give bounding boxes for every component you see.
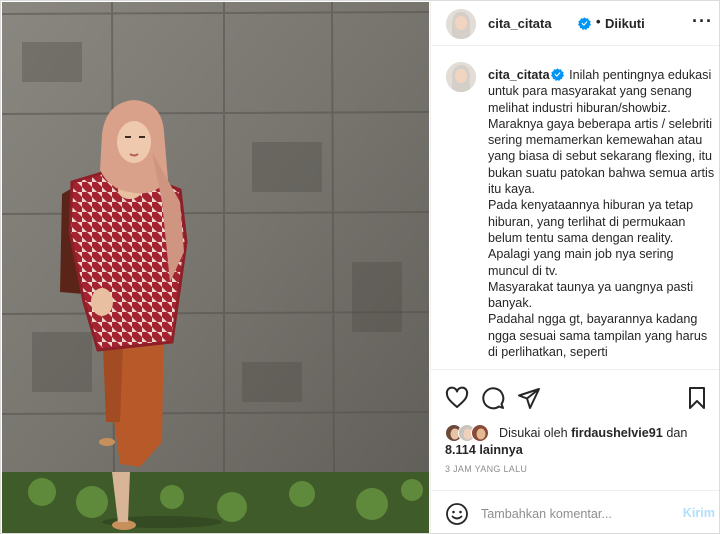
save-bookmark-icon[interactable] [685, 386, 709, 410]
liker-username[interactable]: firdaushelvie91 [571, 426, 663, 440]
post-side-panel: cita_citata • Diikuti ··· cita_citata In… [430, 2, 719, 533]
share-send-icon[interactable] [517, 386, 541, 410]
caption-paragraph: cita_citata Inilah pentingnya edukasi un… [488, 67, 716, 116]
caption-paragraph: Pada kenyataannya hiburan ya tetap hibur… [488, 198, 694, 245]
caption-section: cita_citata Inilah pentingnya edukasi un… [431, 47, 719, 369]
post-photo-illustration [2, 2, 429, 533]
post-photo[interactable] [2, 2, 429, 533]
post-comment-button[interactable]: Kirim [683, 506, 715, 520]
author-username[interactable]: cita_citata [488, 16, 552, 31]
likes-text: Disukai oleh firdaushelvie91 dan [499, 426, 687, 440]
like-heart-icon[interactable] [445, 386, 469, 410]
caption-paragraph: Padahal ngga gt, bayarannya kadang ngga … [488, 312, 708, 360]
likes-joiner: dan [666, 426, 688, 440]
following-button[interactable]: Diikuti [605, 16, 645, 31]
verified-badge-icon [578, 17, 591, 30]
caption-paragraph: Maraknya gaya beberapa artis / selebriti… [488, 116, 715, 197]
add-comment-bar: Kirim [431, 490, 719, 533]
verified-badge-icon [550, 68, 564, 81]
comment-bubble-icon[interactable] [481, 386, 505, 410]
follow-separator: • [596, 14, 601, 29]
author-avatar[interactable] [446, 9, 476, 39]
likes-prefix: Disukai oleh [499, 426, 568, 440]
instagram-post-window: cita_citata • Diikuti ··· cita_citata In… [0, 0, 720, 534]
liker-avatar [471, 424, 489, 442]
post-caption: cita_citata Inilah pentingnya edukasi un… [488, 67, 716, 360]
likes-count[interactable]: 8.114 lainnya [445, 443, 523, 457]
caption-username[interactable]: cita_citata [488, 68, 550, 82]
caption-paragraph: Apalagi yang main job nya sering muncul … [488, 247, 674, 278]
caption-paragraph: Masyarakat taunya ya uangnya pasti banya… [488, 279, 694, 311]
liker-avatars[interactable] [445, 424, 501, 444]
comment-input[interactable] [481, 503, 671, 525]
post-timestamp[interactable]: 3 JAM YANG LALU [445, 464, 527, 474]
more-options-icon[interactable]: ··· [692, 12, 713, 30]
caption-author-avatar[interactable] [446, 62, 476, 92]
likes-summary: Disukai oleh firdaushelvie91 dan 8.114 l… [445, 422, 715, 462]
post-header: cita_citata • Diikuti ··· [431, 2, 719, 46]
emoji-smiley-icon[interactable] [445, 502, 469, 526]
action-bar [431, 369, 719, 421]
